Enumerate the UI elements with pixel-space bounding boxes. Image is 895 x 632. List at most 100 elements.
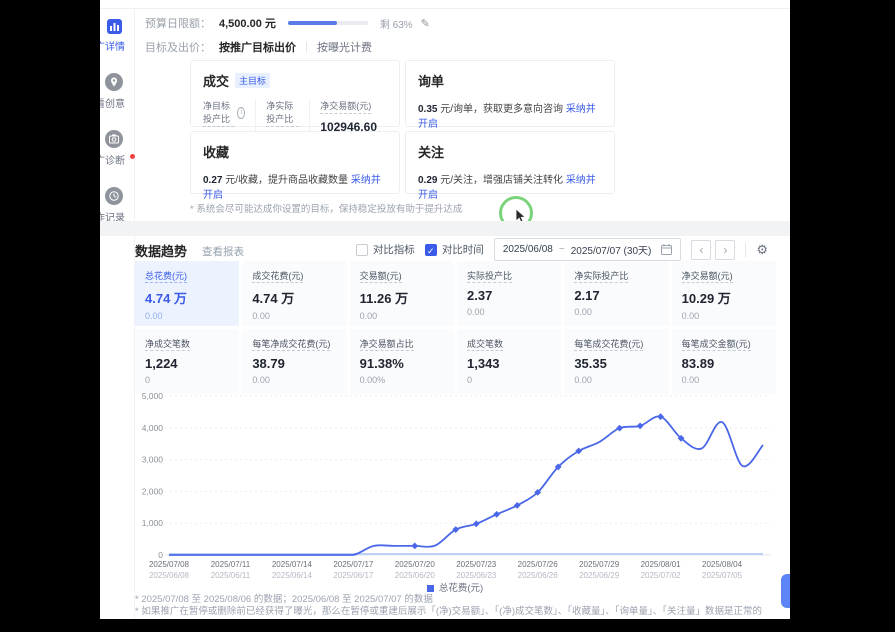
metric-value: 11.26 万 — [360, 288, 444, 307]
svg-text:2025/06/17: 2025/06/17 — [333, 571, 374, 580]
gear-icon[interactable]: ⚙ — [756, 242, 768, 258]
budget-label: 预算日限额： — [145, 15, 211, 31]
side-floating-button[interactable] — [781, 574, 790, 608]
trend-chart: 01,0002,0003,0004,0005,0002025/07/082025… — [135, 384, 775, 582]
sidebar: 广详情 看创意 广诊断 作记录 — [100, 9, 135, 619]
budget-remaining: 剩 63% — [380, 16, 413, 31]
metric-value: 1,224 — [145, 356, 229, 371]
metric-card-5[interactable]: 净交易额(元)10.29 万0.00 — [672, 261, 776, 326]
svg-text:5,000: 5,000 — [142, 391, 164, 401]
trend-controls: 对比指标 ✓ 对比时间 2025/06/08 ~ 2025/07/07 (30天… — [356, 238, 768, 261]
svg-text:2,000: 2,000 — [142, 486, 164, 496]
metric-card-2[interactable]: 交易额(元) 11.26 万 0.00 — [350, 261, 454, 326]
info-icon[interactable]: i — [237, 107, 245, 119]
svg-text:2025/06/23: 2025/06/23 — [456, 571, 497, 580]
date-range-picker[interactable]: 2025/06/08 ~ 2025/07/07 (30天) — [494, 238, 682, 261]
main-panel: 广详情 看创意 广诊断 作记录 — [100, 0, 790, 619]
date-end: 2025/07/07 (30天) — [571, 242, 652, 257]
svg-text:2025/07/14: 2025/07/14 — [272, 560, 313, 569]
footnote-2: * 如果推广在暂停或删除前已经获得了曝光，那么在暂停或重建后展示「(净)交易额」… — [135, 603, 762, 617]
metric-label: 净实际投产比 — [574, 269, 658, 282]
goal-card-title: 关注 — [418, 142, 444, 161]
screen: 广详情 看创意 广诊断 作记录 — [0, 0, 895, 632]
svg-text:2025/06/20: 2025/06/20 — [395, 571, 436, 580]
budget-value: 4,500.00 元 — [219, 15, 276, 31]
section-gap — [100, 221, 790, 236]
next-period-button[interactable]: › — [715, 240, 735, 260]
goal-card-follow: 关注 0.29 元/关注，增强店铺关注转化 采纳并开启 — [405, 131, 615, 194]
svg-text:2025/08/04: 2025/08/04 — [702, 560, 743, 569]
svg-text:4,000: 4,000 — [142, 423, 164, 433]
svg-text:2025/07/02: 2025/07/02 — [641, 571, 682, 580]
date-pager: ‹ › — [691, 240, 735, 260]
metric-label: 总花费(元) — [145, 269, 229, 282]
diagnosis-icon — [105, 130, 123, 148]
compare-metric-label: 对比指标 — [373, 242, 415, 257]
tab-bid-by-impression[interactable]: 按曝光计费 — [317, 39, 372, 55]
budget-row: 预算日限额： 4,500.00 元 剩 63% ✎ — [145, 15, 430, 31]
goal-cards: 成交 主目标 净目标投产比i 2.45✎ 净实际投产比 2.17 净交易额(元)… — [190, 60, 615, 194]
metric-card-1[interactable]: 成交花费(元) 4.74 万 0.00 — [242, 261, 346, 326]
goal-card-favorite: 收藏 0.27 元/收藏，提升商品收藏数量 采纳并开启 — [190, 131, 400, 194]
goal-card-title: 收藏 — [203, 142, 229, 161]
goal-metric-label: 净实际投产比 — [266, 99, 299, 127]
date-separator: ~ — [559, 244, 565, 255]
tab-bid-by-goal[interactable]: 按推广目标出价 — [219, 39, 296, 55]
metric-compare-value: 0.00 — [360, 311, 444, 321]
sidebar-item-promo-details[interactable]: 广详情 — [100, 19, 134, 55]
goal-desc: 元/收藏，提升商品收藏数量 — [225, 175, 348, 186]
goal-price: 0.27 — [203, 175, 222, 186]
svg-text:0: 0 — [158, 550, 163, 560]
metric-card-4[interactable]: 净实际投产比2.170.00 — [564, 261, 668, 326]
metric-compare-value: 0.00 — [252, 311, 336, 321]
metric-value: 1,343 — [467, 356, 551, 371]
goal-card-inquiry: 询单 0.35 元/询单，获取更多意向咨询 采纳并开启 — [405, 60, 615, 127]
svg-text:2025/07/11: 2025/07/11 — [211, 560, 251, 569]
date-start: 2025/06/08 — [503, 244, 553, 255]
compare-metric-checkbox[interactable]: 对比指标 — [356, 242, 415, 257]
prev-period-button[interactable]: ‹ — [691, 240, 711, 260]
metric-compare-value: 0.00 — [145, 311, 229, 321]
primary-goal-badge: 主目标 — [235, 73, 270, 88]
goal-metric-label: 净目标投产比 — [203, 99, 234, 127]
metric-compare-value: 0.00 — [467, 307, 551, 317]
sidebar-item-diagnosis[interactable]: 广诊断 — [100, 130, 134, 169]
records-icon — [105, 187, 123, 205]
metric-grid: 总花费(元)4.74 万0.00 成交花费(元) 4.74 万 0.00 交易额(元) 1… — [135, 261, 776, 394]
svg-text:2025/08/01: 2025/08/01 — [641, 560, 682, 569]
metric-label: 净交易额占比 — [360, 337, 444, 350]
svg-text:2025/07/23: 2025/07/23 — [456, 560, 497, 569]
metric-value: 2.17 — [574, 288, 658, 303]
svg-text:3,000: 3,000 — [142, 455, 164, 465]
metric-label: 成交花费(元) — [252, 269, 336, 282]
metric-label: 净交易额(元) — [682, 269, 766, 282]
trend-title: 数据趋势 — [135, 241, 187, 260]
goal-bid-row: 目标及出价： 按推广目标出价 按曝光计费 — [145, 39, 372, 55]
creative-icon — [105, 73, 123, 91]
checkbox-icon[interactable] — [356, 244, 368, 256]
svg-text:2025/06/29: 2025/06/29 — [579, 571, 620, 580]
compare-time-label: 对比时间 — [442, 242, 484, 257]
top-divider — [100, 8, 790, 9]
sidebar-item-creative[interactable]: 看创意 — [100, 73, 134, 112]
tab-divider — [306, 42, 307, 52]
budget-progress-bar — [288, 21, 368, 25]
goal-metric-label: 净交易额(元) — [320, 99, 371, 114]
promo-details-icon — [107, 19, 122, 34]
notification-dot — [130, 154, 135, 159]
view-report-link[interactable]: 查看报表 — [202, 244, 244, 259]
metric-label: 实际投产比 — [467, 269, 551, 282]
svg-text:2025/06/26: 2025/06/26 — [518, 571, 559, 580]
metric-value: 4.74 万 — [252, 288, 336, 307]
metric-label: 每笔成交花费(元) — [574, 337, 658, 350]
metric-value: 38.79 — [252, 356, 336, 371]
metric-card-0[interactable]: 总花费(元)4.74 万0.00 — [135, 261, 239, 326]
checkbox-checked-icon[interactable]: ✓ — [425, 244, 437, 256]
budget-edit-icon[interactable]: ✎ — [421, 17, 430, 30]
metric-card-3[interactable]: 实际投产比2.370.00 — [457, 261, 561, 326]
svg-text:2025/07/17: 2025/07/17 — [333, 560, 374, 569]
metric-value: 10.29 万 — [682, 288, 766, 307]
compare-time-checkbox[interactable]: ✓ 对比时间 — [425, 242, 484, 257]
svg-text:1,000: 1,000 — [142, 518, 164, 528]
metric-label: 交易额(元) — [360, 269, 444, 282]
